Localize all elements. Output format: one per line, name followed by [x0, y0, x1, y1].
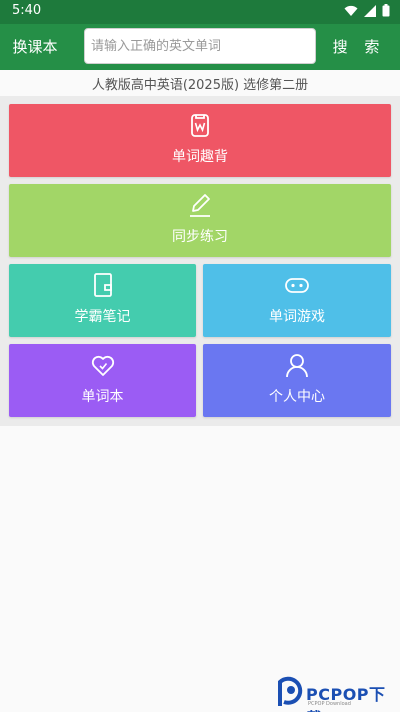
- wifi-icon: [344, 5, 358, 16]
- tile-label: 同步练习: [172, 229, 228, 245]
- search-input[interactable]: [84, 28, 316, 64]
- switch-textbook-button[interactable]: 换课本: [8, 32, 62, 62]
- tile-label: 单词本: [81, 389, 124, 405]
- tile-top-notes[interactable]: 学霸笔记: [9, 264, 196, 337]
- status-icons: [344, 4, 390, 17]
- tile-label: 单词游戏: [269, 309, 325, 325]
- tile-word-memorize[interactable]: 单词趣背: [9, 104, 391, 177]
- signal-icon: [364, 4, 376, 17]
- tile-word-game[interactable]: 单词游戏: [203, 264, 391, 337]
- tile-profile[interactable]: 个人中心: [203, 344, 391, 417]
- tile-word-book[interactable]: 单词本: [9, 344, 196, 417]
- tile-label: 个人中心: [269, 389, 325, 405]
- status-bar: 5:40: [0, 0, 400, 24]
- watermark-subtitle: PCPOP Download: [308, 701, 351, 707]
- tile-sync-practice[interactable]: 同步练习: [9, 184, 391, 257]
- heart-check-icon: [91, 355, 114, 376]
- notebook-icon: [93, 273, 112, 297]
- watermark-title: PCPOP下载: [306, 685, 386, 712]
- status-time: 5:40: [12, 3, 42, 18]
- tile-label: 单词趣背: [172, 149, 228, 165]
- user-icon: [286, 354, 308, 378]
- battery-icon: [382, 4, 390, 17]
- watermark: PCPOP下载 PCPOP Download: [272, 674, 400, 712]
- pcpop-logo-icon: [278, 676, 303, 706]
- toolbar: 换课本 搜 索: [0, 24, 400, 70]
- gamepad-icon: [285, 278, 309, 293]
- tile-label: 学霸笔记: [74, 309, 131, 325]
- shirt-w-icon: [191, 114, 209, 137]
- pencil-icon: [190, 194, 210, 217]
- textbook-edition: 人教版高中英语(2025版) 选修第二册: [91, 78, 309, 93]
- search-button[interactable]: 搜 索: [330, 32, 388, 62]
